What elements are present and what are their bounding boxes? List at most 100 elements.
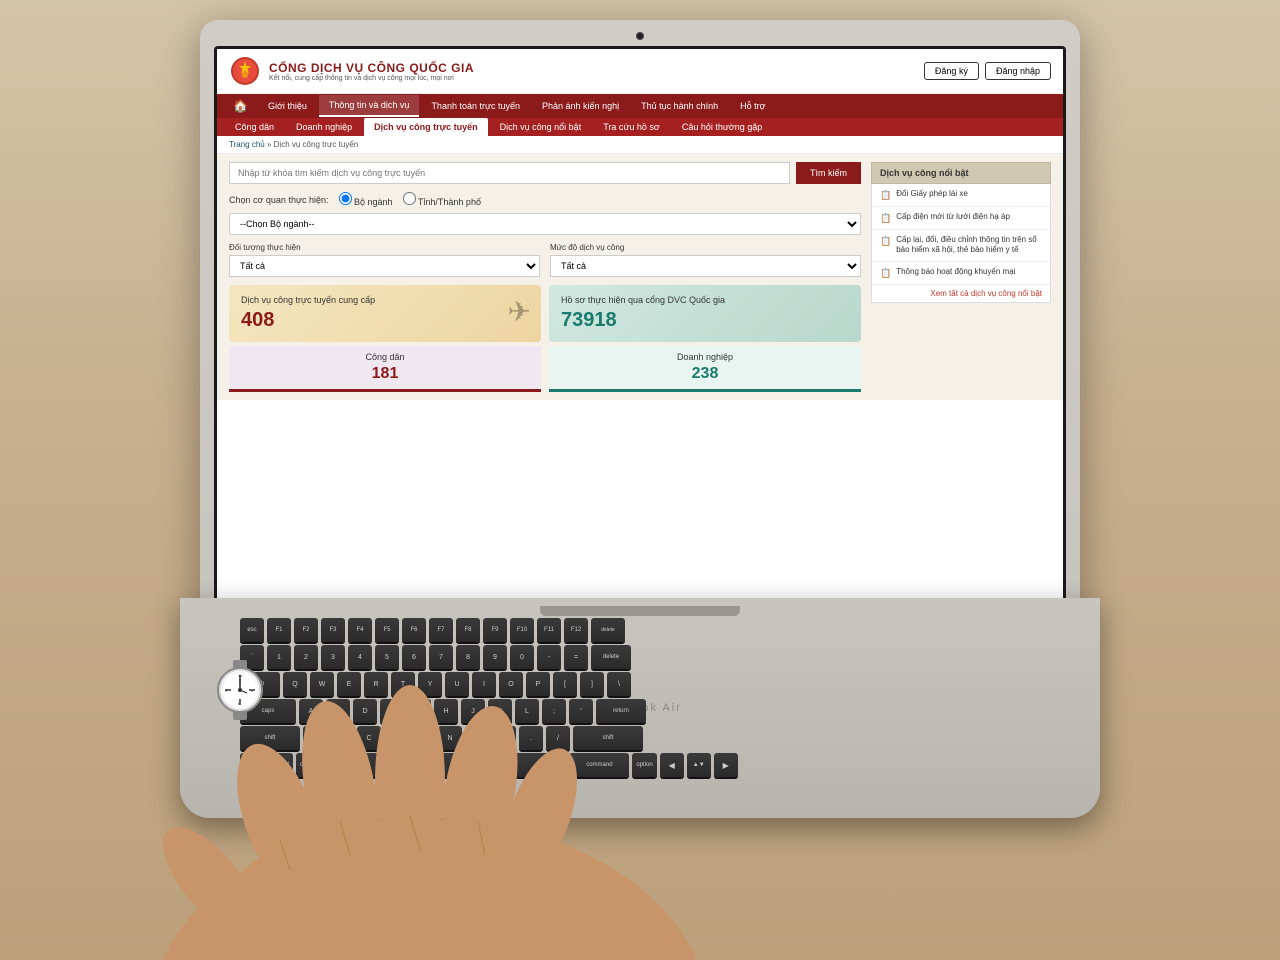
breadcrumb-separator: » (267, 140, 271, 149)
nav-item-phan-anh[interactable]: Phản ánh kiến nghị (532, 96, 629, 116)
sub-navigation: Công dân Doanh nghiệp Dịch vụ công trực … (217, 118, 1063, 136)
breadcrumb-home[interactable]: Trang chủ (229, 140, 265, 149)
header-buttons: Đăng ký Đăng nhập (924, 62, 1051, 80)
watch-area: 12 3 6 9 (205, 655, 275, 730)
stat-card-dvc-records: Hồ sơ thực hiện qua cổng DVC Quốc gia 73… (549, 285, 861, 342)
screen-content: Cổng Dịch Vụ Công Quốc Gia Kết nối, cung… (217, 49, 1063, 599)
key-f1[interactable]: F1 (267, 618, 291, 642)
sub-item-dich-vu-cong[interactable]: Dịch vụ công trực tuyến (364, 118, 488, 136)
filter-muc-do: Mức độ dịch vụ công Tất cả (550, 243, 861, 277)
home-nav-icon[interactable]: 🏠 (225, 94, 256, 118)
left-panel: Tìm kiếm Chọn cơ quan thực hiện: Bộ ngàn… (229, 162, 861, 392)
nav-item-thong-tin[interactable]: Thông tin và dịch vụ (319, 95, 420, 117)
key-f3[interactable]: F3 (321, 618, 345, 642)
register-button[interactable]: Đăng ký (924, 62, 979, 80)
sub-stat-business: Doanh nghiệp 238 (549, 346, 861, 392)
key-delete[interactable]: delete (591, 618, 625, 642)
key-f12[interactable]: F12 (564, 618, 588, 642)
plane-icon: ✈ (508, 295, 531, 328)
nav-item-thu-tuc[interactable]: Thủ tục hành chính (631, 96, 728, 116)
see-all-link[interactable]: Xem tất cả dịch vụ công nổi bật (872, 285, 1050, 302)
radio-group: Chọn cơ quan thực hiện: Bộ ngành Tỉnh/Th… (229, 192, 861, 207)
stats-row: Dịch vụ công trực tuyến cung cấp 408 ✈ H… (229, 285, 861, 342)
dvc-records-title: Hồ sơ thực hiện qua cổng DVC Quốc gia (561, 295, 849, 305)
featured-item-1[interactable]: 📋 Cấp điện mới từ lưới điện hạ áp (872, 207, 1050, 230)
laptop-screen-area: Cổng Dịch Vụ Công Quốc Gia Kết nối, cung… (200, 20, 1080, 610)
nav-item-thanh-toan[interactable]: Thanh toán trực tuyến (421, 96, 530, 116)
filter-doi-tuong: Đối tượng thực hiện Tất cả (229, 243, 540, 277)
sub-item-dich-vu-noi-bat[interactable]: Dịch vụ công nổi bật (490, 118, 592, 136)
key-f4[interactable]: F4 (348, 618, 372, 642)
bo-nganh-dropdown[interactable]: --Chọn Bộ ngành-- (229, 213, 861, 235)
sub-stat-citizen: Công dân 181 (229, 346, 541, 392)
site-title: Cổng Dịch Vụ Công Quốc Gia (269, 61, 474, 75)
featured-icon-0: 📋 (880, 190, 891, 201)
site-header: Cổng Dịch Vụ Công Quốc Gia Kết nối, cung… (217, 49, 1063, 94)
sub-item-doanh-nghiep[interactable]: Doanh nghiệp (286, 118, 362, 136)
sub-item-tra-cuu[interactable]: Tra cứu hồ sơ (593, 118, 670, 136)
search-input[interactable] (229, 162, 790, 184)
citizen-label: Công dân (241, 352, 529, 362)
online-services-number: 408 (241, 309, 529, 332)
nav-item-ho-tro[interactable]: Hỗ trợ (730, 96, 775, 116)
nav-item-gioi-thieu[interactable]: Giới thiệu (258, 96, 317, 116)
sub-item-cau-hoi[interactable]: Câu hỏi thường gặp (672, 118, 772, 136)
stat-card-online-services: Dịch vụ công trực tuyến cung cấp 408 ✈ (229, 285, 541, 342)
radio-group-label: Chọn cơ quan thực hiện: (229, 195, 329, 205)
featured-text-0: Đổi Giấy phép lái xe (896, 189, 968, 199)
featured-text-1: Cấp điện mới từ lưới điện hạ áp (896, 212, 1010, 222)
key-f10[interactable]: F10 (510, 618, 534, 642)
radio-bo-nganh[interactable] (339, 192, 352, 205)
sub-stats-row: Công dân 181 Doanh nghiệp 238 (229, 346, 861, 392)
logo-area: Cổng Dịch Vụ Công Quốc Gia Kết nối, cung… (229, 55, 474, 87)
radio-tinh-tp[interactable] (403, 192, 416, 205)
key-f6[interactable]: F6 (402, 618, 426, 642)
watch-icon: 12 3 6 9 (205, 655, 275, 725)
svg-text:12: 12 (238, 673, 243, 678)
hand-svg (80, 640, 780, 960)
logo-text: Cổng Dịch Vụ Công Quốc Gia Kết nối, cung… (269, 61, 474, 82)
right-panel: Dịch vụ công nổi bật 📋 Đổi Giấy phép lái… (871, 162, 1051, 392)
main-content: Tìm kiếm Chọn cơ quan thực hiện: Bộ ngàn… (217, 154, 1063, 400)
site-subtitle: Kết nối, cung cấp thông tin và dịch vụ c… (269, 75, 474, 82)
featured-body: 📋 Đổi Giấy phép lái xe 📋 Cấp điện mới từ… (871, 184, 1051, 303)
breadcrumb: Trang chủ » Dịch vụ công trực tuyến (217, 136, 1063, 154)
breadcrumb-current: Dịch vụ công trực tuyến (274, 140, 359, 149)
webcam (636, 32, 644, 40)
filter-row: Đối tượng thực hiện Tất cả Mức độ dịch v… (229, 243, 861, 277)
key-f9[interactable]: F9 (483, 618, 507, 642)
radio-bo-nganh-label: Bộ ngành (339, 192, 393, 207)
sub-item-cong-dan[interactable]: Công dân (225, 118, 284, 136)
featured-item-0[interactable]: 📋 Đổi Giấy phép lái xe (872, 184, 1050, 207)
search-button[interactable]: Tìm kiếm (796, 162, 861, 184)
filter-muc-do-label: Mức độ dịch vụ công (550, 243, 861, 252)
screen-bezel: Cổng Dịch Vụ Công Quốc Gia Kết nối, cung… (214, 46, 1066, 602)
key-f8[interactable]: F8 (456, 618, 480, 642)
key-esc[interactable]: esc (240, 618, 264, 642)
search-row: Tìm kiếm (229, 162, 861, 184)
national-emblem-icon (229, 55, 261, 87)
featured-header: Dịch vụ công nổi bật (871, 162, 1051, 184)
featured-icon-3: 📋 (880, 268, 891, 279)
hand-area (80, 640, 780, 960)
radio-tinh-tp-label: Tỉnh/Thành phố (403, 192, 481, 207)
featured-item-3[interactable]: 📋 Thông báo hoạt động khuyến mại (872, 262, 1050, 285)
featured-icon-1: 📋 (880, 213, 891, 224)
key-f5[interactable]: F5 (375, 618, 399, 642)
online-services-title: Dịch vụ công trực tuyến cung cấp (241, 295, 529, 305)
main-navigation: 🏠 Giới thiệu Thông tin và dịch vụ Thanh … (217, 94, 1063, 118)
filter-doi-tuong-label: Đối tượng thực hiện (229, 243, 540, 252)
login-button[interactable]: Đăng nhập (985, 62, 1051, 80)
featured-text-3: Thông báo hoạt động khuyến mại (896, 267, 1015, 277)
key-f11[interactable]: F11 (537, 618, 561, 642)
key-f2[interactable]: F2 (294, 618, 318, 642)
key-f7[interactable]: F7 (429, 618, 453, 642)
citizen-number: 181 (241, 365, 529, 383)
dvc-records-number: 73918 (561, 309, 849, 332)
filter-doi-tuong-select[interactable]: Tất cả (229, 255, 540, 277)
business-number: 238 (561, 365, 849, 383)
filter-muc-do-select[interactable]: Tất cả (550, 255, 861, 277)
featured-item-2[interactable]: 📋 Cấp lại, đổi, điều chỉnh thông tin trê… (872, 230, 1050, 262)
featured-icon-2: 📋 (880, 236, 891, 247)
business-label: Doanh nghiệp (561, 352, 849, 362)
